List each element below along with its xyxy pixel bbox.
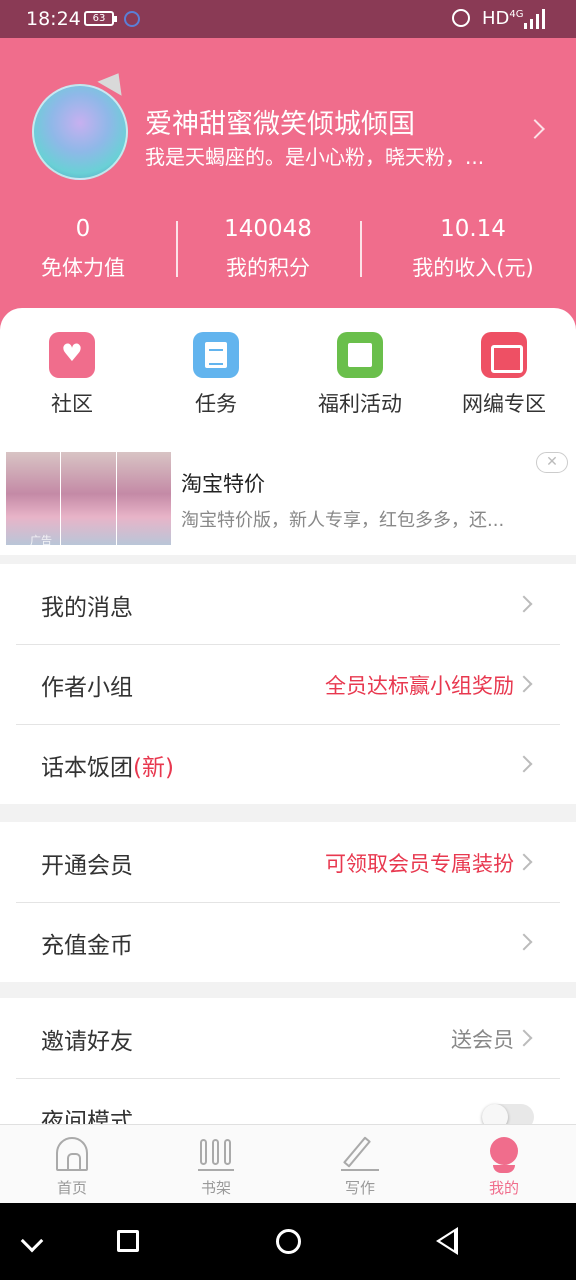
stat-label: 我的积分: [226, 256, 310, 280]
menu-item-messages[interactable]: 我的消息: [0, 564, 576, 644]
chevron-right-icon: [515, 853, 533, 871]
ad-description[interactable]: 淘宝特价版，新人专享，红包多多，还...: [181, 506, 531, 532]
stat-points[interactable]: 140048 我的积分: [198, 216, 338, 282]
chevron-right-icon: [515, 755, 533, 773]
tab-label: 书架: [200, 1179, 231, 1197]
menu-item-author-group[interactable]: 作者小组 全员达标赢小组奖励: [0, 644, 576, 724]
menu-item-title: 我的消息: [41, 595, 133, 621]
back-icon[interactable]: [436, 1227, 458, 1255]
chevron-right-icon: [515, 933, 533, 951]
tab-label: 首页: [56, 1179, 87, 1197]
menu-item-title: 开通会员: [41, 853, 133, 879]
chevron-down-icon[interactable]: [20, 1229, 44, 1253]
chevron-right-icon: [515, 1029, 533, 1047]
stat-stamina[interactable]: 0 免体力值: [23, 216, 143, 282]
stat-income[interactable]: 10.14 我的收入(元): [400, 216, 546, 282]
user-bio[interactable]: 我是天蝎座的。是小心粉，晓天粉，...: [145, 141, 525, 170]
menu-item-title: 邀请好友: [41, 1029, 133, 1055]
night-mode-toggle[interactable]: [482, 1104, 534, 1124]
network-indicator: HD4G: [482, 8, 524, 29]
close-icon[interactable]: ✕: [536, 452, 568, 473]
alarm-icon: [452, 9, 470, 27]
stat-value: 10.14: [440, 216, 506, 242]
menu-group: 我的消息 作者小组 全员达标赢小组奖励 话本饭团(新): [0, 564, 576, 804]
chevron-right-icon[interactable]: [525, 119, 545, 139]
menu-item-title: 作者小组: [41, 675, 133, 701]
menu-item-membership[interactable]: 开通会员 可领取会员专属装扮: [0, 822, 576, 902]
menu-item-title: 话本饭团(新): [41, 748, 174, 782]
task-list-icon: [193, 332, 239, 378]
quick-tasks[interactable]: 任务: [156, 332, 276, 418]
ad-tag: 广告: [30, 534, 52, 547]
home-icon: [56, 1137, 88, 1171]
menu-item-extra: 可领取会员专属装扮: [325, 852, 514, 876]
quick-welfare[interactable]: 福利活动: [300, 332, 420, 418]
new-badge: (新): [133, 755, 174, 781]
status-bar: 18:24 63 HD4G: [0, 0, 576, 38]
signal-icon: [524, 9, 546, 29]
menu-item-title-text: 话本饭团: [41, 755, 133, 781]
tab-bookshelf[interactable]: 书架: [171, 1135, 261, 1198]
me-icon: [490, 1137, 518, 1173]
bottom-tab-bar: 首页 书架 写作 我的: [0, 1124, 576, 1203]
menu-item-invite[interactable]: 邀请好友 送会员: [0, 998, 576, 1078]
newspaper-icon: [337, 332, 383, 378]
quick-community[interactable]: 社区: [12, 332, 132, 418]
system-nav-bar: [0, 1203, 576, 1280]
avatar[interactable]: [32, 84, 128, 180]
pen-icon: [343, 1136, 371, 1168]
menu-item-title: 夜间模式: [41, 1109, 133, 1124]
quick-editor-zone[interactable]: 网编专区: [444, 332, 564, 418]
chevron-right-icon: [515, 675, 533, 693]
ad-title[interactable]: 淘宝特价: [181, 468, 265, 498]
heart-icon: [49, 332, 95, 378]
menu-item-fan-club[interactable]: 话本饭团(新): [0, 724, 576, 804]
network-label: HD: [482, 8, 510, 29]
quick-label: 任务: [195, 392, 237, 416]
quick-label: 网编专区: [462, 392, 546, 416]
profile-header: 爱神甜蜜微笑倾城倾国 我是天蝎座的。是小心粉，晓天粉，... 0 免体力值 14…: [0, 38, 576, 338]
gift-icon: [481, 332, 527, 378]
menu-item-extra: 送会员: [451, 1028, 514, 1052]
divider: [176, 221, 178, 277]
tab-label: 写作: [344, 1179, 375, 1197]
tab-me[interactable]: 我的: [459, 1135, 549, 1198]
menu-item-extra: 全员达标赢小组奖励: [325, 674, 514, 698]
menu-item-night-mode[interactable]: 夜间模式: [0, 1078, 576, 1124]
quick-label: 福利活动: [318, 392, 402, 416]
stat-value: 0: [75, 216, 91, 242]
menu-group: 邀请好友 送会员 夜间模式: [0, 998, 576, 1124]
stat-label: 我的收入(元): [412, 256, 534, 280]
recent-apps-icon[interactable]: [117, 1230, 139, 1252]
tab-home[interactable]: 首页: [27, 1135, 117, 1198]
bookshelf-icon: [198, 1137, 234, 1171]
home-button-icon[interactable]: [276, 1229, 301, 1254]
status-time: 18:24: [26, 8, 81, 30]
notification-icon: [124, 11, 140, 27]
ad-banner[interactable]: 广告 淘宝特价 淘宝特价版，新人专享，红包多多，还... ✕: [0, 440, 576, 555]
divider: [360, 221, 362, 277]
quick-actions: 社区 任务 福利活动 网编专区: [0, 308, 576, 440]
network-sub-label: 4G: [509, 9, 524, 20]
chevron-right-icon: [515, 595, 533, 613]
menu-item-recharge[interactable]: 充值金币: [0, 902, 576, 982]
pen-underline: [341, 1169, 379, 1171]
menu-group: 开通会员 可领取会员专属装扮 充值金币: [0, 822, 576, 982]
quick-label: 社区: [51, 392, 93, 416]
stat-value: 140048: [224, 216, 312, 242]
menu-item-title: 充值金币: [41, 933, 133, 959]
tab-write[interactable]: 写作: [315, 1135, 405, 1198]
username[interactable]: 爱神甜蜜微笑倾城倾国: [145, 102, 415, 141]
tab-label: 我的: [488, 1179, 519, 1197]
stat-label: 免体力值: [41, 256, 125, 280]
battery-icon: 63: [84, 11, 117, 26]
